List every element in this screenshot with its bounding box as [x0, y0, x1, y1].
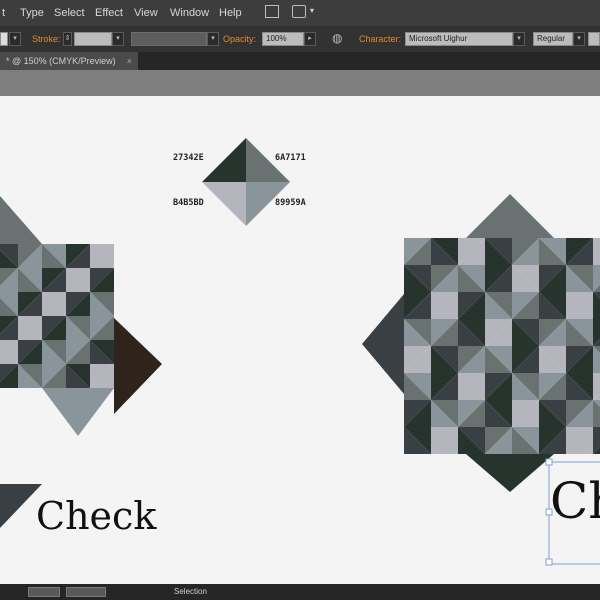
- menu-item-effect[interactable]: Effect: [95, 7, 123, 19]
- menu-bar: t Type Select Effect View Window Help ▾: [0, 0, 600, 26]
- stroke-field[interactable]: [74, 32, 112, 46]
- control-bar: ▾ Stroke: ⇕ ▾ ▾ Opacity: 100% ▸ ◍ Charac…: [0, 26, 600, 52]
- status-bar: Selection: [0, 584, 600, 600]
- font-style-field[interactable]: Regular: [533, 32, 573, 46]
- menu-item-type[interactable]: Type: [20, 7, 44, 19]
- artboard-canvas[interactable]: 27342E 6A7171 B4B5BD 89959A Check Ch: [0, 96, 600, 584]
- opacity-field[interactable]: 100%: [262, 32, 304, 46]
- layout-icon[interactable]: [265, 5, 279, 18]
- selection-handle[interactable]: [545, 558, 553, 566]
- variable-width-field[interactable]: [131, 32, 207, 46]
- globe-icon[interactable]: ◍: [332, 31, 342, 45]
- right-pattern-tile: [466, 454, 554, 492]
- selection-handle[interactable]: [545, 458, 553, 466]
- menu-item-window[interactable]: Window: [170, 7, 209, 19]
- brush-icon[interactable]: [292, 5, 306, 18]
- document-tab[interactable]: * @ 150% (CMYK/Preview) ×: [0, 52, 138, 70]
- check-text-left[interactable]: Check: [36, 494, 156, 538]
- swatch-label-bottom-left: B4B5BD: [173, 198, 204, 208]
- menu-item-select[interactable]: Select: [54, 7, 85, 19]
- opacity-label: Opacity:: [223, 34, 257, 44]
- right-pattern-tile: [466, 194, 554, 238]
- document-tab-bar: * @ 150% (CMYK/Preview) ×: [0, 52, 600, 70]
- swatch-triangle-dark: [202, 138, 246, 182]
- menu-item-help[interactable]: Help: [219, 7, 242, 19]
- stroke-label: Stroke:: [32, 34, 61, 44]
- character-label[interactable]: Character:: [359, 34, 401, 44]
- swatch-triangle-light: [202, 182, 246, 226]
- current-tool-name: Selection: [174, 587, 207, 596]
- artboard-nav-field[interactable]: [66, 587, 106, 597]
- font-style-dropdown[interactable]: ▾: [573, 32, 585, 46]
- swatch-label-top-left: 27342E: [173, 153, 204, 163]
- left-pattern-tile: [0, 196, 42, 244]
- left-pattern-tile: [114, 318, 162, 414]
- zoom-field[interactable]: [28, 587, 60, 597]
- variable-width-dropdown[interactable]: ▾: [207, 32, 219, 46]
- swatch-label-top-right: 6A7171: [275, 153, 306, 163]
- document-tab-title: * @ 150% (CMYK/Preview): [6, 56, 116, 66]
- right-pattern-tile: [362, 294, 404, 394]
- stroke-stepper[interactable]: ⇕: [63, 32, 72, 46]
- font-family-dropdown[interactable]: ▾: [513, 32, 525, 46]
- menu-item-view[interactable]: View: [134, 7, 158, 19]
- fill-dropdown[interactable]: ▾: [9, 32, 21, 46]
- menu-item-file[interactable]: t: [2, 7, 5, 19]
- fill-swatch[interactable]: [0, 32, 8, 46]
- pasteboard-strip: [0, 70, 600, 96]
- left-pattern-tile: [42, 388, 114, 436]
- font-family-field[interactable]: Microsoft Uighur: [405, 32, 513, 46]
- font-size-field[interactable]: [588, 32, 600, 46]
- opacity-dropdown[interactable]: ▸: [304, 32, 316, 46]
- stroke-dropdown[interactable]: ▾: [112, 32, 124, 46]
- swatch-label-bottom-right: 89959A: [275, 198, 306, 208]
- check-text-right[interactable]: Ch: [550, 472, 600, 530]
- close-icon[interactable]: ×: [127, 52, 132, 70]
- chevron-down-icon[interactable]: ▾: [310, 6, 314, 15]
